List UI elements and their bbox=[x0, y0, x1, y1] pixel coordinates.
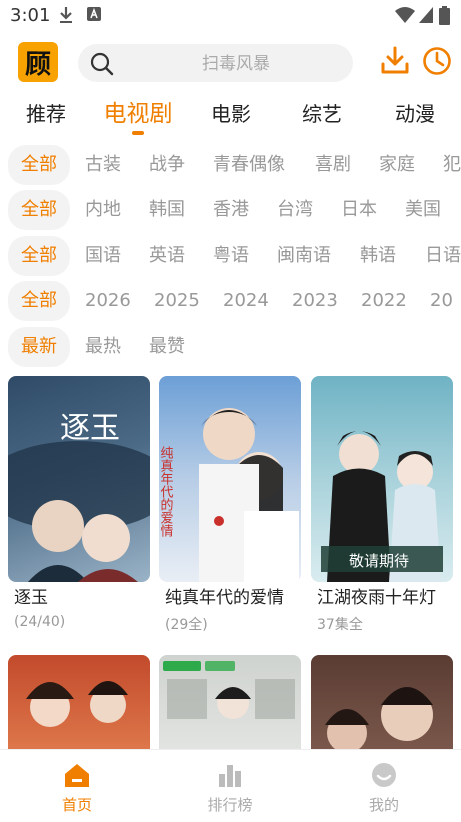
filter-chip[interactable]: 20 bbox=[430, 281, 453, 321]
poster-art bbox=[163, 661, 295, 719]
nav-label: 我的 bbox=[368, 796, 399, 814]
filter-row-sort: 最新 最热 最赞 bbox=[0, 327, 461, 367]
filter-chip[interactable]: 全部 bbox=[8, 281, 70, 321]
tab-anime[interactable]: 动漫 bbox=[393, 96, 437, 134]
filter-row-genre: 全部 古装 战争 青春偶像 喜剧 家庭 犯 bbox=[0, 145, 461, 185]
filter-chip[interactable]: 犯 bbox=[443, 145, 461, 185]
filter-chip[interactable]: 全部 bbox=[8, 236, 70, 276]
filter-chip[interactable]: 闽南语 bbox=[277, 236, 331, 276]
search-bar[interactable] bbox=[78, 44, 353, 84]
filter-chip[interactable]: 古装 bbox=[85, 145, 121, 185]
logo-text: 顾 bbox=[24, 49, 51, 80]
history-icon[interactable] bbox=[422, 46, 452, 76]
show-poster bbox=[311, 655, 453, 750]
filter-chip[interactable]: 美国 bbox=[405, 190, 441, 230]
filter-chip[interactable]: 战争 bbox=[149, 145, 185, 185]
filter-chip[interactable]: 日本 bbox=[341, 190, 377, 230]
show-poster bbox=[8, 655, 150, 750]
show-poster: 敬请期待 bbox=[311, 376, 453, 582]
filter-chip[interactable]: 粤语 bbox=[213, 236, 249, 276]
home-icon bbox=[65, 764, 89, 787]
filter-chip[interactable]: 英语 bbox=[149, 236, 185, 276]
filter-chip[interactable]: 家庭 bbox=[379, 145, 415, 185]
show-grid: 逐玉 逐玉 (24/40) 纯真年代的爱情 纯真年代的爱情 (29全) 敬请期待… bbox=[0, 376, 461, 750]
tab-tv-series[interactable]: 电视剧 bbox=[100, 96, 176, 134]
filter-row-year: 全部 2026 2025 2024 2023 2022 20 bbox=[0, 281, 461, 321]
show-title: 纯真年代的爱情 bbox=[165, 588, 284, 608]
active-tab-indicator bbox=[132, 131, 144, 135]
filter-chip[interactable]: 台湾 bbox=[277, 190, 313, 230]
poster-art: 逐玉 bbox=[8, 411, 150, 582]
episode-status: (29全) bbox=[165, 617, 208, 633]
signal-icon bbox=[419, 7, 433, 23]
nav-profile[interactable]: 我的 bbox=[334, 750, 434, 822]
show-title: 江湖夜雨十年灯 bbox=[317, 588, 436, 608]
ranking-icon bbox=[219, 765, 241, 787]
poster-art bbox=[325, 687, 433, 750]
wifi-icon bbox=[395, 7, 415, 23]
filter-chip[interactable]: 韩语 bbox=[360, 236, 396, 276]
filter-chip[interactable]: 2022 bbox=[361, 281, 407, 321]
episode-status: 37集全 bbox=[317, 617, 363, 633]
download-notification-icon bbox=[60, 7, 72, 23]
nav-label: 排行榜 bbox=[207, 796, 253, 814]
app-logo[interactable]: 顾 bbox=[18, 42, 58, 82]
search-icon bbox=[90, 52, 114, 76]
poster-art: 敬请期待 bbox=[321, 431, 443, 582]
nav-home[interactable]: 首页 bbox=[27, 750, 127, 822]
show-title: 逐玉 bbox=[14, 588, 48, 608]
tab-variety[interactable]: 综艺 bbox=[300, 96, 344, 134]
filter-chip[interactable]: 2023 bbox=[292, 281, 338, 321]
filter-chip[interactable]: 最赞 bbox=[149, 327, 185, 367]
filter-chip[interactable]: 最新 bbox=[8, 327, 70, 367]
filter-chip[interactable]: 2026 bbox=[85, 281, 131, 321]
filter-chip[interactable]: 韩国 bbox=[149, 190, 185, 230]
filter-chip[interactable]: 内地 bbox=[85, 190, 121, 230]
filter-chip[interactable]: 青春偶像 bbox=[213, 145, 285, 185]
filter-row-language: 全部 国语 英语 粤语 闽南语 韩语 日语 bbox=[0, 236, 461, 276]
filter-row-region: 全部 内地 韩国 香港 台湾 日本 美国 bbox=[0, 190, 461, 230]
bottom-nav: 首页 排行榜 我的 bbox=[0, 749, 461, 822]
profile-icon bbox=[372, 763, 396, 787]
svg-text:敬请期待: 敬请期待 bbox=[349, 552, 409, 570]
status-bar: 3:01 bbox=[0, 0, 461, 32]
poster-art bbox=[26, 681, 128, 727]
nav-label: 首页 bbox=[61, 796, 92, 814]
filter-chip[interactable]: 国语 bbox=[85, 236, 121, 276]
header: 顾 bbox=[0, 36, 461, 92]
svg-text:逐玉: 逐玉 bbox=[60, 411, 120, 446]
category-tabs: 推荐 电视剧 电影 综艺 动漫 bbox=[0, 96, 461, 134]
svg-text:纯真年代的爱情: 纯真年代的爱情 bbox=[159, 446, 173, 537]
filter-chip[interactable]: 全部 bbox=[8, 145, 70, 185]
show-poster bbox=[159, 655, 301, 750]
filter-chip[interactable]: 全部 bbox=[8, 190, 70, 230]
show-poster: 纯真年代的爱情 bbox=[159, 376, 301, 582]
nav-ranking[interactable]: 排行榜 bbox=[180, 750, 280, 822]
tab-movies[interactable]: 电影 bbox=[209, 96, 253, 134]
status-time: 3:01 bbox=[10, 5, 51, 26]
filter-chip[interactable]: 最热 bbox=[85, 327, 121, 367]
search-input[interactable] bbox=[124, 44, 348, 84]
show-poster: 逐玉 bbox=[8, 376, 150, 582]
filter-chip[interactable]: 香港 bbox=[213, 190, 249, 230]
tab-recommend[interactable]: 推荐 bbox=[24, 96, 68, 134]
download-icon[interactable] bbox=[380, 46, 410, 76]
filter-chip[interactable]: 2024 bbox=[223, 281, 269, 321]
app-notification-icon bbox=[87, 7, 101, 21]
filter-chip[interactable]: 日语 bbox=[425, 236, 461, 276]
filter-chip[interactable]: 2025 bbox=[154, 281, 200, 321]
filter-chip[interactable]: 喜剧 bbox=[315, 145, 351, 185]
poster-art: 纯真年代的爱情 bbox=[159, 408, 299, 582]
battery-icon bbox=[439, 6, 450, 25]
episode-status: (24/40) bbox=[14, 614, 66, 630]
